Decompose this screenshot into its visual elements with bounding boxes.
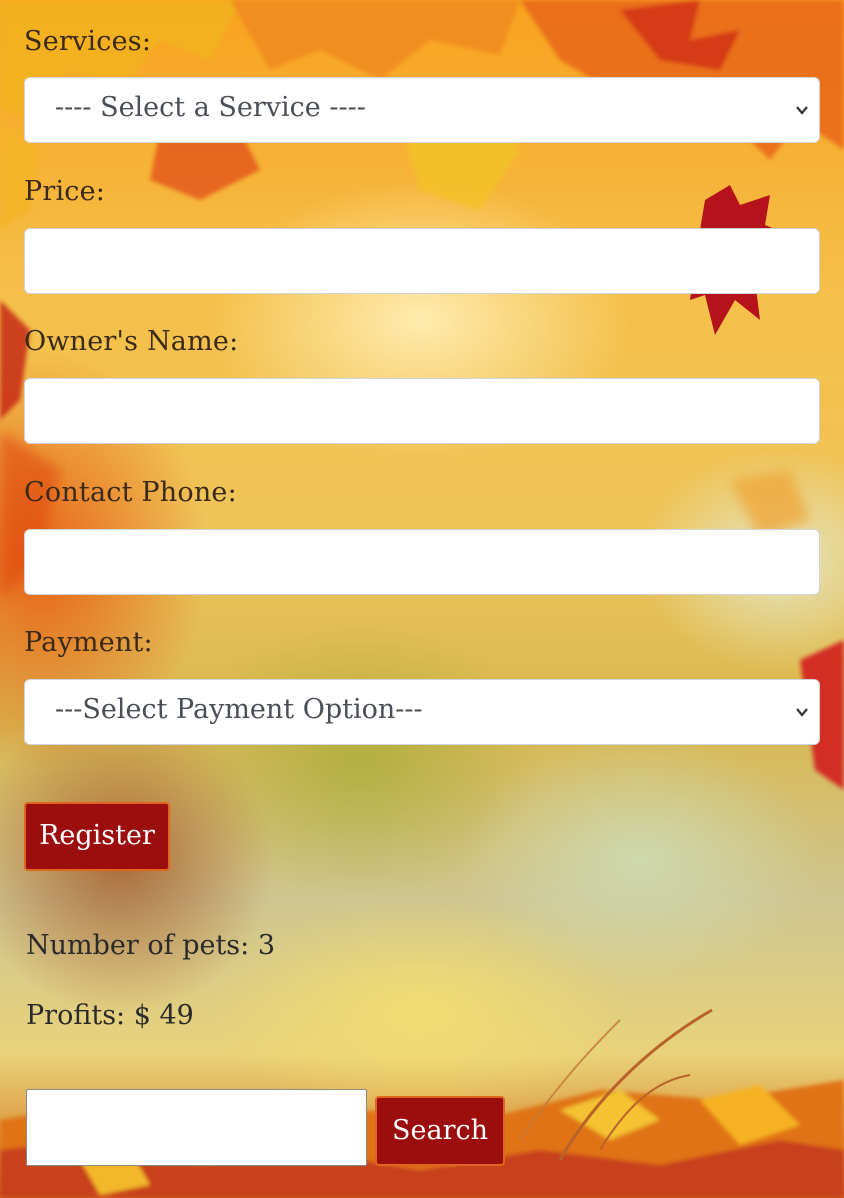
payment-selected-value: ---Select Payment Option--- xyxy=(55,694,423,725)
owner-name-input[interactable] xyxy=(24,378,820,444)
register-button[interactable]: Register xyxy=(24,802,170,871)
payment-label: Payment: xyxy=(24,627,153,658)
services-selected-value: ---- Select a Service ---- xyxy=(55,92,366,123)
number-of-pets-text: Number of pets: 3 xyxy=(26,930,276,961)
chevron-down-icon xyxy=(796,106,808,115)
price-label: Price: xyxy=(24,176,106,207)
price-input[interactable] xyxy=(24,228,820,294)
services-select[interactable]: ---- Select a Service ---- xyxy=(24,77,820,143)
payment-select[interactable]: ---Select Payment Option--- xyxy=(24,679,820,745)
contact-phone-input[interactable] xyxy=(24,529,820,595)
owner-name-label: Owner's Name: xyxy=(24,326,239,357)
search-input[interactable] xyxy=(26,1089,367,1166)
chevron-down-icon xyxy=(796,708,808,717)
contact-phone-label: Contact Phone: xyxy=(24,477,237,508)
services-label: Services: xyxy=(24,26,152,57)
search-button[interactable]: Search xyxy=(375,1096,505,1166)
profits-text: Profits: $ 49 xyxy=(26,1000,194,1031)
